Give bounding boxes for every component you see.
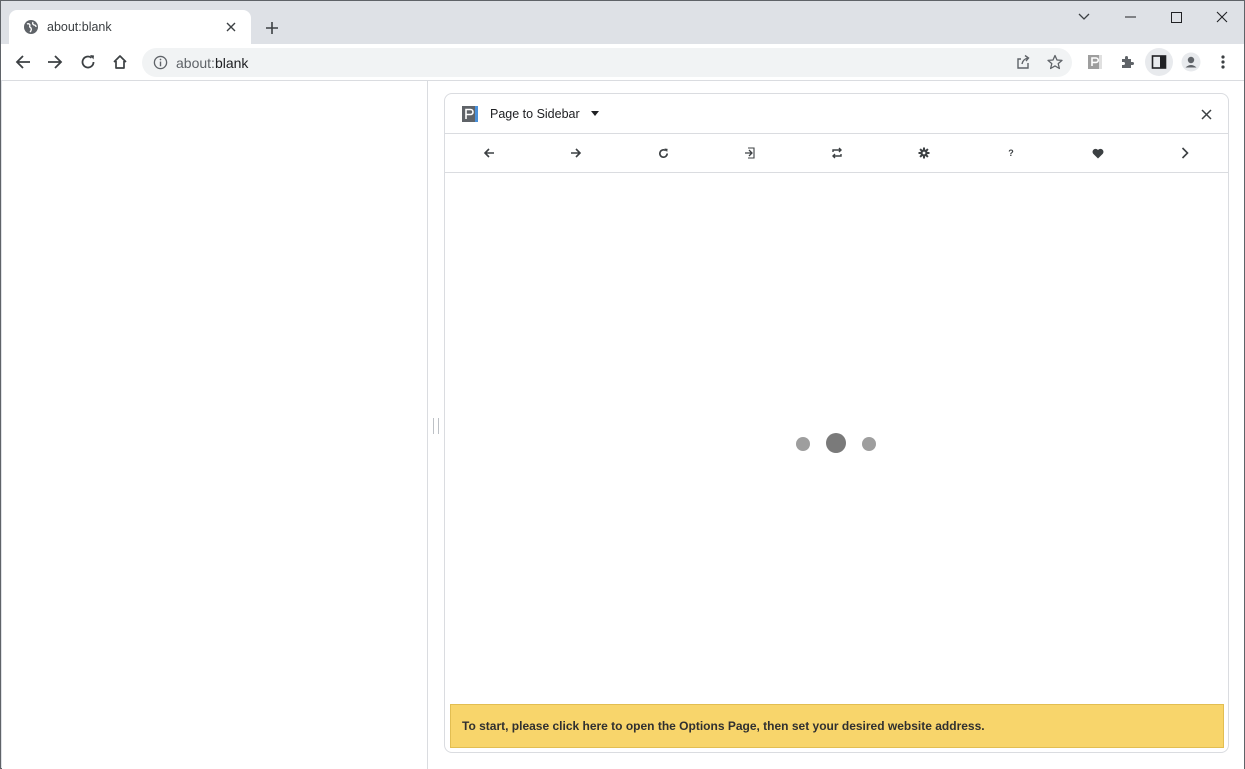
tab-title: about:blank — [47, 20, 112, 34]
loading-dot-left — [796, 437, 810, 451]
side-panel: Page to Sidebar ? To start, please click… — [444, 93, 1229, 753]
page-to-sidebar-logo-icon — [462, 105, 478, 122]
address-bar[interactable]: about:blank — [142, 48, 1072, 77]
bookmark-star-icon[interactable] — [1041, 48, 1069, 76]
side-panel-toggle-icon[interactable] — [1145, 48, 1173, 76]
panel-forward-arrow-icon[interactable] — [568, 145, 584, 161]
panel-heart-icon[interactable] — [1090, 145, 1106, 161]
new-tab-button[interactable] — [259, 15, 285, 41]
minimize-window-icon[interactable] — [1107, 1, 1153, 33]
browser-content: Page to Sidebar ? To start, please click… — [2, 80, 1244, 769]
panel-swap-icon[interactable] — [829, 145, 845, 161]
tab-search-chevron-down-icon[interactable] — [1061, 1, 1107, 33]
blank-page-area[interactable] — [2, 81, 428, 769]
reload-button[interactable] — [74, 48, 102, 76]
extensions-puzzle-icon[interactable] — [1113, 48, 1141, 76]
home-button[interactable] — [106, 48, 134, 76]
tab-strip: about:blank — [1, 1, 1245, 44]
globe-icon — [23, 19, 39, 35]
side-panel-body — [445, 174, 1228, 704]
site-info-icon[interactable] — [152, 55, 168, 71]
profile-avatar-icon[interactable] — [1177, 48, 1205, 76]
panel-reload-icon[interactable] — [655, 145, 671, 161]
side-panel-title[interactable]: Page to Sidebar — [490, 107, 580, 121]
page-to-sidebar-extension-icon[interactable] — [1081, 48, 1109, 76]
panel-help-icon[interactable]: ? — [1003, 145, 1019, 161]
close-tab-icon[interactable] — [221, 17, 241, 37]
loading-spinner — [795, 433, 879, 455]
panel-settings-gear-icon[interactable] — [916, 145, 932, 161]
side-panel-dropdown-caret-icon[interactable] — [590, 109, 600, 119]
share-icon[interactable] — [1009, 48, 1037, 76]
side-panel-header: Page to Sidebar — [445, 94, 1228, 134]
loading-dot-right — [862, 437, 876, 451]
maximize-window-icon[interactable] — [1153, 1, 1199, 33]
browser-window: about:blank about:blank Page to Sidebar … — [0, 0, 1245, 769]
panel-more-chevron-right-icon[interactable] — [1177, 145, 1193, 161]
panel-open-in-tab-icon[interactable] — [742, 145, 758, 161]
back-button[interactable] — [9, 48, 37, 76]
chrome-menu-kebab-icon[interactable] — [1209, 48, 1237, 76]
panel-back-arrow-icon[interactable] — [481, 145, 497, 161]
forward-button[interactable] — [41, 48, 69, 76]
close-window-icon[interactable] — [1199, 1, 1245, 33]
loading-dot-center — [826, 433, 846, 453]
options-page-banner[interactable]: To start, please click here to open the … — [450, 704, 1224, 748]
side-panel-resize-handle[interactable] — [433, 418, 439, 434]
panel-icon-toolbar: ? — [445, 134, 1228, 173]
browser-toolbar: about:blank — [1, 44, 1244, 80]
address-text: about:blank — [176, 54, 249, 71]
close-side-panel-icon[interactable] — [1196, 104, 1216, 124]
tab-about-blank[interactable]: about:blank — [9, 10, 251, 44]
